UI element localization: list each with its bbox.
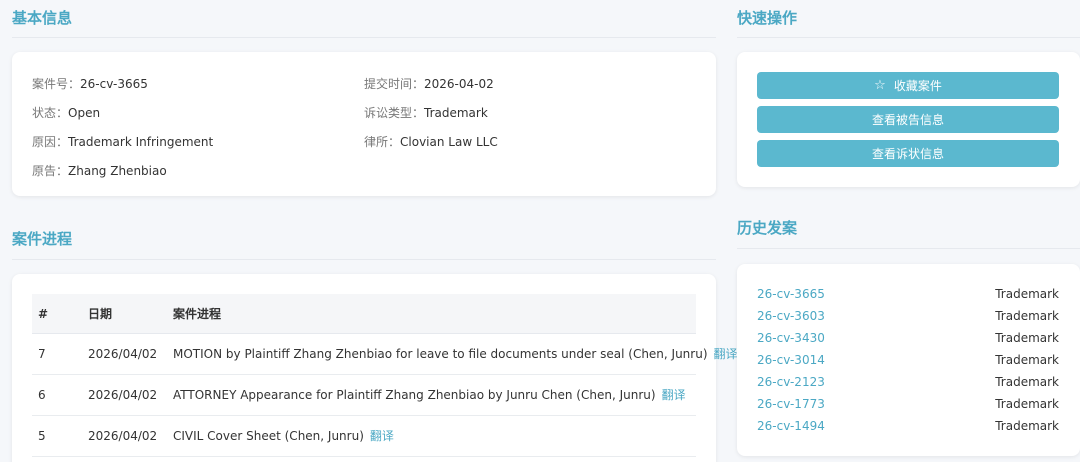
row-text-content: CIVIL Cover Sheet (Chen, Junru) bbox=[173, 429, 364, 443]
history-cases-title: 历史发案 bbox=[737, 219, 798, 237]
row-num: 7 bbox=[38, 347, 46, 361]
table-row: 5 2026/04/02 CIVIL Cover Sheet (Chen, Ju… bbox=[32, 416, 696, 457]
basic-info-divider bbox=[12, 37, 716, 38]
submitted-time: 提交时间：2026-04-02 bbox=[364, 75, 494, 92]
translate-link[interactable]: 翻译 bbox=[370, 429, 394, 443]
history-case-item: 26-cv-3430 Trademark bbox=[757, 327, 1059, 349]
header-num: # bbox=[38, 307, 49, 321]
basic-info-title: 基本信息 bbox=[12, 9, 73, 27]
header-date: 日期 bbox=[88, 307, 113, 321]
law-firm-value: Clovian Law LLC bbox=[400, 135, 498, 149]
translate-link[interactable]: 翻译 bbox=[662, 388, 686, 402]
quick-actions-title: 快速操作 bbox=[737, 9, 798, 27]
row-num: 6 bbox=[38, 388, 46, 402]
history-case-type: Trademark bbox=[995, 397, 1059, 411]
case-progress-divider bbox=[12, 259, 716, 260]
history-case-type: Trademark bbox=[995, 309, 1059, 323]
case-progress-title: 案件进程 bbox=[12, 230, 73, 248]
law-firm: 律所：Clovian Law LLC bbox=[364, 133, 498, 150]
table-row: 7 2026/04/02 MOTION by Plaintiff Zhang Z… bbox=[32, 334, 738, 375]
case-number: 案件号：26-cv-3665 bbox=[32, 75, 148, 92]
view-defendants-label: 查看被告信息 bbox=[871, 113, 944, 127]
history-case-type: Trademark bbox=[995, 375, 1059, 389]
case-status: 状态：Open bbox=[32, 104, 100, 121]
history-case-link[interactable]: 26-cv-3014 bbox=[757, 353, 825, 367]
view-defendants-button[interactable]: 查看被告信息 bbox=[757, 106, 1059, 133]
history-case-link[interactable]: 26-cv-3603 bbox=[757, 309, 825, 323]
view-complaint-button[interactable]: 查看诉状信息 bbox=[757, 140, 1059, 167]
progress-table-header: # 日期 案件进程 bbox=[32, 294, 696, 334]
history-case-type: Trademark bbox=[995, 331, 1059, 345]
view-complaint-label: 查看诉状信息 bbox=[871, 147, 944, 161]
favorite-case-button[interactable]: ☆ 收藏案件 bbox=[757, 72, 1059, 99]
row-text: ATTORNEY Appearance for Plaintiff Zhang … bbox=[173, 375, 686, 415]
plaintiff: 原告：Zhang Zhenbiao bbox=[32, 162, 167, 179]
history-case-type: Trademark bbox=[995, 353, 1059, 367]
history-case-link[interactable]: 26-cv-1494 bbox=[757, 419, 825, 433]
history-case-item: 26-cv-2123 Trademark bbox=[757, 371, 1059, 393]
history-case-item: 26-cv-3603 Trademark bbox=[757, 305, 1059, 327]
case-cause-value: Trademark Infringement bbox=[68, 135, 214, 149]
table-row: 6 2026/04/02 ATTORNEY Appearance for Pla… bbox=[32, 375, 696, 416]
history-case-link[interactable]: 26-cv-1773 bbox=[757, 397, 825, 411]
history-case-item: 26-cv-1773 Trademark bbox=[757, 393, 1059, 415]
row-text: MOTION by Plaintiff Zhang Zhenbiao for l… bbox=[173, 334, 738, 374]
row-text-content: ATTORNEY Appearance for Plaintiff Zhang … bbox=[173, 388, 656, 402]
case-status-value: Open bbox=[68, 106, 101, 120]
header-progress: 案件进程 bbox=[173, 307, 222, 321]
history-case-item: 26-cv-3014 Trademark bbox=[757, 349, 1059, 371]
row-text-content: MOTION by Plaintiff Zhang Zhenbiao for l… bbox=[173, 347, 708, 361]
suit-type-value: Trademark bbox=[424, 106, 488, 120]
suit-type-label: 诉讼类型： bbox=[364, 106, 425, 120]
row-date: 2026/04/02 bbox=[88, 388, 158, 402]
row-num: 5 bbox=[38, 429, 46, 443]
history-case-link[interactable]: 26-cv-3665 bbox=[757, 287, 825, 301]
row-text: CIVIL Cover Sheet (Chen, Junru) 翻译 bbox=[173, 416, 394, 456]
history-case-link[interactable]: 26-cv-2123 bbox=[757, 375, 825, 389]
history-cases-divider bbox=[737, 248, 1080, 249]
case-cause: 原因：Trademark Infringement bbox=[32, 133, 213, 150]
case-cause-label: 原因： bbox=[32, 135, 69, 149]
progress-table: # 日期 案件进程 7 2026/04/02 MOTION by Plainti… bbox=[32, 294, 738, 457]
quick-actions-divider bbox=[737, 37, 1080, 38]
history-case-item: 26-cv-1494 Trademark bbox=[757, 415, 1059, 437]
history-case-item: 26-cv-3665 Trademark bbox=[757, 283, 1059, 305]
translate-link[interactable]: 翻译 bbox=[714, 347, 738, 361]
law-firm-label: 律所： bbox=[364, 135, 401, 149]
suit-type: 诉讼类型：Trademark bbox=[364, 104, 488, 121]
history-case-link[interactable]: 26-cv-3430 bbox=[757, 331, 825, 345]
submitted-time-label: 提交时间： bbox=[364, 77, 425, 91]
row-date: 2026/04/02 bbox=[88, 347, 158, 361]
plaintiff-label: 原告： bbox=[32, 164, 69, 178]
history-case-type: Trademark bbox=[995, 287, 1059, 301]
plaintiff-value: Zhang Zhenbiao bbox=[68, 164, 167, 178]
submitted-time-value: 2026-04-02 bbox=[424, 77, 494, 91]
row-date: 2026/04/02 bbox=[88, 429, 158, 443]
favorite-case-label: 收藏案件 bbox=[893, 79, 942, 93]
star-icon: ☆ bbox=[874, 78, 886, 93]
case-status-label: 状态： bbox=[32, 106, 69, 120]
case-number-label: 案件号： bbox=[32, 77, 81, 91]
history-case-type: Trademark bbox=[995, 419, 1059, 433]
case-number-value: 26-cv-3665 bbox=[80, 77, 148, 91]
